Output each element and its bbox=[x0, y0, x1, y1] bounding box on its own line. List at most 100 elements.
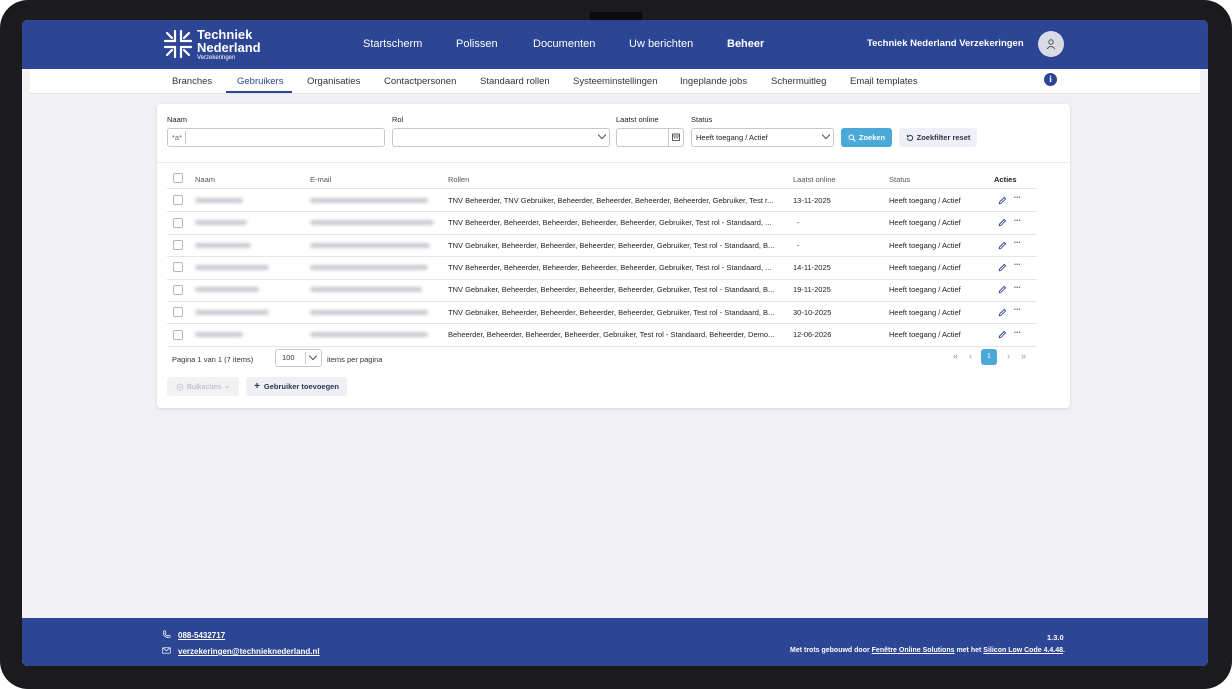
row-divider bbox=[167, 345, 1037, 347]
next-page-icon[interactable]: › bbox=[1007, 351, 1010, 361]
app-screen: Techniek Nederland Verzekeringen Startsc… bbox=[22, 20, 1208, 666]
add-user-button[interactable]: + Gebruiker toevoegen bbox=[246, 377, 347, 396]
brand-mark-icon bbox=[163, 29, 193, 59]
reset-filter-button[interactable]: Zoekfilter reset bbox=[899, 128, 977, 147]
row-divider bbox=[167, 233, 1037, 235]
row-checkbox[interactable] bbox=[173, 195, 183, 206]
chevron-down-icon bbox=[224, 385, 230, 389]
user-avatar[interactable] bbox=[1038, 31, 1064, 57]
laatst-online-label: Laatst online bbox=[616, 115, 659, 124]
naam-input-value: *a* bbox=[172, 133, 183, 142]
rol-select[interactable] bbox=[392, 128, 610, 147]
row-rollen: TNV Beheerder, TNV Gebruiker, Beheerder,… bbox=[448, 195, 774, 205]
built-platform-link[interactable]: Silicon Low Code 4.4.48 bbox=[983, 647, 1063, 654]
naam-input[interactable]: *a* bbox=[167, 128, 385, 147]
tab-organisaties[interactable]: Organisaties bbox=[307, 76, 360, 87]
tab-standaard-rollen[interactable]: Standaard rollen bbox=[480, 76, 550, 87]
nav-uw-berichten[interactable]: Uw berichten bbox=[629, 38, 693, 50]
per-page-value: 100 bbox=[282, 353, 295, 362]
sub-nav: Branches Gebruikers Organisaties Contact… bbox=[30, 69, 1200, 94]
edit-icon[interactable] bbox=[998, 263, 1007, 272]
laatst-online-date-input[interactable] bbox=[616, 128, 684, 147]
col-header-status[interactable]: Status bbox=[889, 175, 910, 184]
edit-icon[interactable] bbox=[998, 308, 1007, 317]
nav-startscherm[interactable]: Startscherm bbox=[363, 38, 422, 50]
row-checkbox[interactable] bbox=[173, 307, 183, 318]
tab-email-templates[interactable]: Email templates bbox=[850, 76, 918, 87]
search-button[interactable]: Zoeken bbox=[841, 128, 892, 147]
nav-documenten[interactable]: Documenten bbox=[533, 38, 595, 50]
col-header-laatst-online[interactable]: Laatst online bbox=[793, 175, 836, 184]
blurred-name bbox=[195, 220, 247, 226]
brand-logo[interactable]: Techniek Nederland Verzekeringen bbox=[162, 26, 261, 61]
more-options-icon[interactable]: ••• bbox=[1014, 329, 1021, 338]
built-company-link[interactable]: Fenêtre Online Solutions bbox=[872, 647, 955, 654]
select-all-checkbox[interactable] bbox=[173, 173, 183, 183]
status-select-value: Heeft toegang / Actief bbox=[696, 133, 768, 142]
more-options-icon[interactable]: ••• bbox=[1014, 239, 1021, 248]
row-status: Heeft toegang / Actief bbox=[889, 285, 961, 295]
col-header-rollen[interactable]: Rollen bbox=[448, 175, 469, 184]
first-page-icon[interactable]: « bbox=[953, 351, 958, 361]
page-1-button[interactable]: 1 bbox=[981, 349, 997, 365]
chevron-down-icon bbox=[308, 351, 318, 361]
row-laatst-online: - bbox=[797, 240, 800, 250]
blurred-email bbox=[310, 220, 434, 226]
built-mid: met het bbox=[954, 647, 984, 654]
col-header-naam[interactable]: Naam bbox=[195, 175, 215, 184]
bulk-actions-button[interactable]: Bulkacties bbox=[167, 377, 239, 396]
more-options-icon[interactable]: ••• bbox=[1014, 261, 1021, 270]
info-icon[interactable]: i bbox=[1044, 73, 1057, 86]
footer-email-link[interactable]: verzekeringen@technieknederland.nl bbox=[178, 647, 320, 656]
row-laatst-online: 13-11-2025 bbox=[793, 195, 831, 205]
edit-icon[interactable] bbox=[998, 330, 1007, 339]
edit-icon[interactable] bbox=[998, 196, 1007, 205]
row-checkbox[interactable] bbox=[173, 240, 183, 250]
edit-icon[interactable] bbox=[998, 285, 1007, 294]
row-divider bbox=[167, 301, 1037, 302]
more-options-icon[interactable]: ••• bbox=[1014, 194, 1021, 203]
edit-icon[interactable] bbox=[998, 218, 1007, 227]
blurred-email bbox=[310, 309, 428, 315]
per-page-label: items per pagina bbox=[327, 355, 383, 364]
tab-contactpersonen[interactable]: Contactpersonen bbox=[384, 76, 456, 87]
more-options-icon[interactable]: ••• bbox=[1014, 284, 1021, 293]
blurred-name bbox=[195, 332, 243, 338]
row-checkbox[interactable] bbox=[173, 329, 183, 340]
blurred-email bbox=[310, 242, 430, 248]
row-laatst-online: 30-10-2025 bbox=[793, 307, 832, 317]
per-page-select[interactable]: 100 bbox=[275, 349, 322, 367]
row-laatst-online: 12-06-2026 bbox=[793, 330, 832, 340]
row-divider bbox=[167, 211, 1037, 213]
row-laatst-online: 14-11-2025 bbox=[793, 262, 831, 272]
blurred-name bbox=[195, 287, 259, 293]
more-options-icon[interactable]: ••• bbox=[1014, 306, 1021, 315]
tab-ingeplande-jobs[interactable]: Ingeplande jobs bbox=[680, 76, 747, 87]
tab-gebruikers[interactable]: Gebruikers bbox=[237, 76, 283, 87]
row-status: Heeft toegang / Actief bbox=[889, 330, 961, 340]
row-divider bbox=[167, 323, 1037, 325]
tab-systeeminstellingen[interactable]: Systeeminstellingen bbox=[573, 76, 658, 87]
row-checkbox[interactable] bbox=[173, 284, 183, 295]
date-separator bbox=[668, 129, 669, 146]
row-checkbox[interactable] bbox=[173, 262, 183, 273]
footer-phone-link[interactable]: 088-5432717 bbox=[178, 631, 225, 640]
last-page-icon[interactable]: » bbox=[1021, 351, 1026, 361]
blurred-name bbox=[195, 242, 251, 248]
brand-line-1: Techniek bbox=[197, 26, 253, 42]
col-header-email[interactable]: E-mail bbox=[310, 175, 331, 184]
edit-icon[interactable] bbox=[998, 241, 1007, 250]
more-options-icon[interactable]: ••• bbox=[1014, 217, 1021, 226]
calendar-icon[interactable] bbox=[672, 133, 680, 141]
tab-schermuitleg[interactable]: Schermuitleg bbox=[771, 76, 826, 87]
status-select[interactable]: Heeft toegang / Actief bbox=[691, 128, 834, 147]
tab-branches[interactable]: Branches bbox=[172, 76, 212, 87]
row-checkbox[interactable] bbox=[173, 217, 183, 228]
col-header-acties: Acties bbox=[994, 175, 1017, 184]
search-icon bbox=[848, 134, 856, 142]
nav-polissen[interactable]: Polissen bbox=[456, 38, 498, 50]
users-card: Naam *a* Rol Laatst online Status Heeft … bbox=[157, 104, 1070, 408]
nav-beheer[interactable]: Beheer bbox=[727, 38, 764, 50]
blurred-email bbox=[310, 197, 428, 203]
prev-page-icon[interactable]: ‹ bbox=[969, 351, 972, 361]
